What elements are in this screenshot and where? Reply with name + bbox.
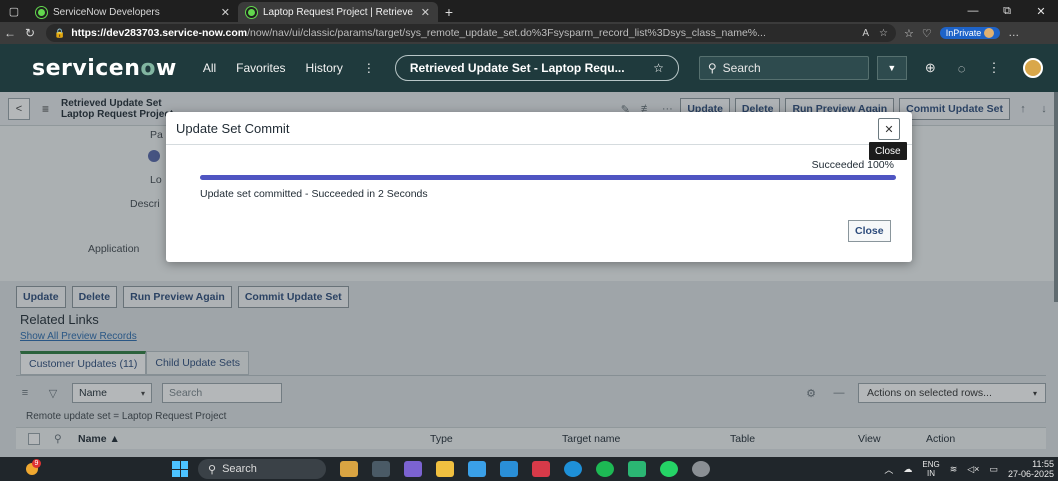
- back-icon[interactable]: ←: [0, 26, 20, 40]
- commit-status: Succeeded 100%: [811, 159, 894, 171]
- lang-line2: IN: [927, 469, 936, 478]
- window-controls: — ⧉ ✕: [956, 0, 1058, 22]
- url-host: https://dev283703.service-now.com: [71, 27, 248, 39]
- pocket-icon[interactable]: [532, 461, 550, 477]
- address-bar-row: ← ↻ 🔒 https://dev283703.service-now.com/…: [0, 22, 1058, 44]
- browser-tab-laptop-request[interactable]: Laptop Request Project | Retrieve ✕: [238, 2, 438, 22]
- global-search[interactable]: ⚲ Search: [698, 56, 869, 80]
- menu-all[interactable]: All: [203, 61, 216, 75]
- menu-favorites[interactable]: Favorites: [236, 61, 285, 75]
- windows-taskbar: 9 ⚲ Search ︿ ☁ ENG IN ≋ ◁× ▭ 11:55 27-06-2…: [0, 457, 1058, 481]
- chevron-up-icon[interactable]: ︿: [884, 463, 893, 476]
- file-explorer-icon[interactable]: [436, 461, 454, 477]
- progress-bar-fill: [200, 175, 896, 180]
- spotify-icon[interactable]: [596, 461, 614, 477]
- chat-icon[interactable]: ◌: [958, 61, 966, 76]
- close-window-icon[interactable]: ✕: [1024, 5, 1058, 18]
- search-label: Search: [722, 61, 761, 75]
- context-pill[interactable]: Retrieved Update Set - Laptop Requ... ☆: [394, 55, 679, 81]
- browser-tab-strip: ▢ ServiceNow Developers ✕ Laptop Request…: [0, 0, 1058, 22]
- search-icon: ⚲: [208, 463, 217, 476]
- sheets-icon[interactable]: [628, 461, 646, 477]
- more-vertical-icon[interactable]: ⋮: [988, 60, 1001, 76]
- star-icon[interactable]: ☆: [653, 61, 664, 75]
- language-indicator[interactable]: ENG IN: [922, 460, 939, 478]
- browser-tab-title: ServiceNow Developers: [53, 6, 160, 18]
- servicenow-favicon-icon: [246, 6, 257, 18]
- close-tab-icon[interactable]: ✕: [221, 6, 230, 19]
- clock[interactable]: 11:55 27-06-2025: [1008, 459, 1054, 479]
- lock-icon: 🔒: [54, 27, 66, 38]
- dialog-divider: [166, 144, 912, 145]
- update-set-commit-dialog: Update Set Commit ✕ Succeeded 100% Updat…: [166, 112, 912, 262]
- more-icon[interactable]: …: [1008, 27, 1019, 39]
- copilot-icon[interactable]: [404, 461, 422, 477]
- battery-icon[interactable]: ▭: [989, 464, 998, 475]
- favorite-star-icon[interactable]: ☆: [879, 28, 888, 39]
- search-icon: ⚲: [707, 61, 717, 75]
- restore-icon[interactable]: ⧉: [990, 5, 1024, 18]
- servicenow-favicon-icon: [36, 6, 47, 18]
- menu-history[interactable]: History: [306, 61, 343, 75]
- lang-line1: ENG: [922, 460, 940, 469]
- store-icon[interactable]: [500, 461, 518, 477]
- windows-start-icon[interactable]: [172, 461, 188, 477]
- system-tray: ︿ ☁ ENG IN ≋ ◁× ▭ 11:55 27-06-2025: [884, 459, 1058, 479]
- taskbar-search[interactable]: ⚲ Search: [198, 459, 326, 479]
- minimize-icon[interactable]: —: [956, 5, 990, 17]
- inprivate-badge[interactable]: InPrivate: [939, 27, 1001, 39]
- taskbar-apps: [340, 461, 710, 477]
- context-pill-label: Retrieved Update Set - Laptop Requ...: [409, 61, 625, 75]
- cloud-icon[interactable]: ☁: [903, 464, 912, 475]
- task-view-icon[interactable]: [372, 461, 390, 477]
- dialog-close-button[interactable]: Close: [848, 220, 891, 242]
- commit-message: Update set committed - Succeeded in 2 Se…: [200, 188, 428, 200]
- search-scope-dropdown[interactable]: ▼: [876, 56, 907, 80]
- dialog-title: Update Set Commit: [176, 121, 290, 136]
- servicenow-logo[interactable]: servicenow: [32, 56, 177, 81]
- edge-icon[interactable]: [564, 461, 582, 477]
- clock-date: 27-06-2025: [1007, 469, 1054, 479]
- close-tooltip: Close: [869, 142, 907, 160]
- browser-essentials-icon[interactable]: ♡: [922, 27, 932, 40]
- servicenow-header: servicenow All Favorites History ⋮ Retri…: [0, 44, 1058, 92]
- url-field[interactable]: 🔒 https://dev283703.service-now.com/now/…: [46, 24, 896, 42]
- read-aloud-icon[interactable]: A: [862, 28, 869, 39]
- clock-time: 11:55: [1032, 459, 1054, 469]
- main-menu: All Favorites History ⋮: [203, 61, 375, 75]
- progress-bar: [200, 175, 896, 180]
- menu-more-icon[interactable]: ⋮: [363, 61, 375, 75]
- browser-tab-title: Laptop Request Project | Retrieve: [263, 6, 413, 18]
- edge-dev-icon[interactable]: [468, 461, 486, 477]
- url-path: /now/nav/ui/classic/params/target/sys_re…: [247, 27, 766, 39]
- globe-icon[interactable]: ⊕: [925, 60, 936, 76]
- browser-tab-developers[interactable]: ServiceNow Developers ✕: [28, 2, 238, 22]
- volume-icon[interactable]: ◁×: [967, 464, 979, 475]
- favorites-icon[interactable]: ☆: [904, 27, 914, 40]
- wifi-icon[interactable]: ≋: [950, 464, 958, 475]
- close-tab-icon[interactable]: ✕: [421, 6, 430, 19]
- weather-badge: 9: [32, 459, 41, 468]
- dialog-close-icon[interactable]: ✕: [878, 118, 900, 140]
- refresh-icon[interactable]: ↻: [20, 26, 40, 40]
- inprivate-label: InPrivate: [945, 28, 982, 38]
- settings-gear-icon[interactable]: [692, 461, 710, 477]
- weather-widget[interactable]: 9: [22, 459, 44, 478]
- new-tab-icon[interactable]: +: [438, 2, 460, 22]
- whatsapp-icon[interactable]: [660, 461, 678, 477]
- profile-avatar: [984, 28, 995, 38]
- app-widget-icon[interactable]: [340, 461, 358, 477]
- tab-actions-icon[interactable]: ▢: [0, 0, 28, 22]
- taskbar-search-label: Search: [222, 463, 257, 475]
- user-avatar[interactable]: [1022, 58, 1043, 78]
